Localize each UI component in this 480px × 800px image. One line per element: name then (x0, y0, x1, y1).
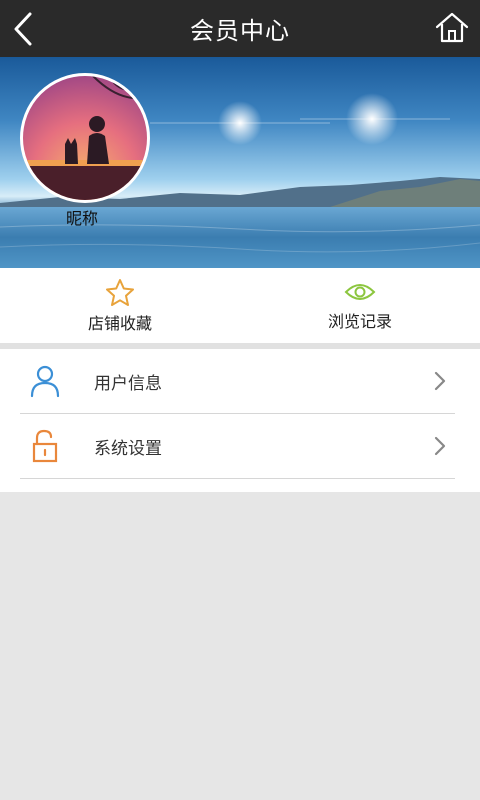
profile-banner: 昵称 (0, 57, 480, 268)
chevron-right-icon (434, 371, 446, 391)
avatar-image (23, 76, 147, 200)
back-button[interactable] (8, 10, 42, 48)
home-button[interactable] (434, 10, 470, 46)
menu-item-label: 系统设置 (94, 438, 162, 459)
quick-actions-bar: 店铺收藏 浏览记录 (0, 268, 480, 343)
home-icon (435, 12, 469, 43)
settings-menu: 用户信息 系统设置 (0, 349, 480, 492)
avatar[interactable] (20, 73, 150, 203)
nickname-label[interactable]: 昵称 (52, 205, 112, 229)
menu-item-system-settings[interactable]: 系统设置 (20, 414, 455, 479)
menu-item-user-info[interactable]: 用户信息 (20, 349, 455, 414)
eye-icon (344, 283, 376, 300)
store-favorites-button[interactable]: 店铺收藏 (0, 268, 240, 343)
store-favorites-label: 店铺收藏 (87, 313, 152, 333)
chevron-left-icon (14, 12, 32, 46)
chevron-right-icon (434, 436, 446, 456)
page-title: 会员中心 (190, 17, 290, 45)
browse-history-label: 浏览记录 (327, 311, 392, 331)
browse-history-button[interactable]: 浏览记录 (240, 268, 480, 343)
menu-item-label: 用户信息 (94, 373, 162, 394)
user-icon (30, 365, 60, 398)
top-nav-bar: 会员中心 (0, 0, 480, 57)
star-icon (106, 278, 134, 306)
unlock-icon (32, 429, 58, 463)
